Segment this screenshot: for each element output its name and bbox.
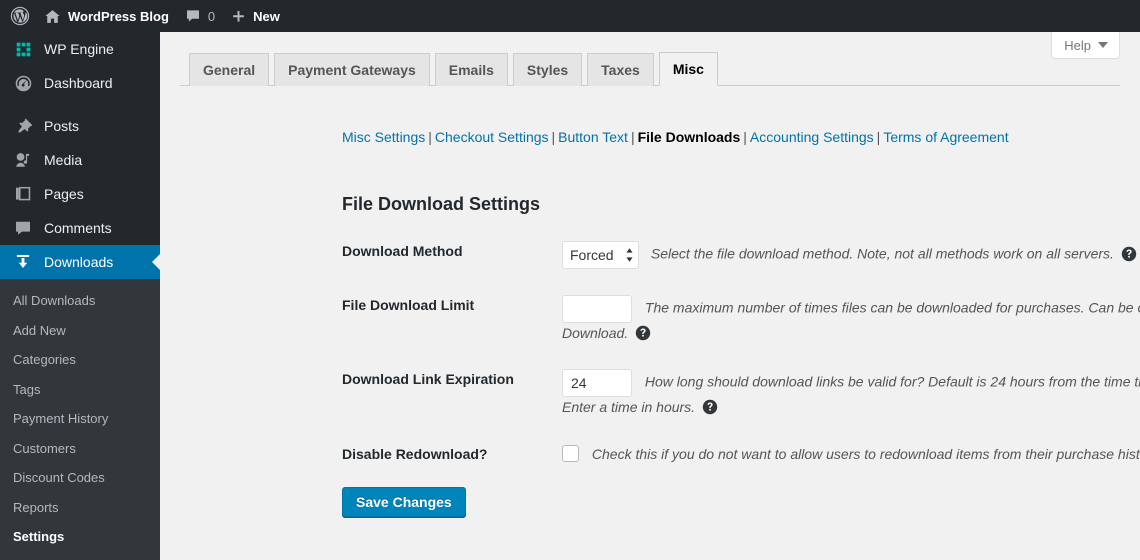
subnav-separator: | <box>876 129 881 145</box>
media-icon <box>13 150 33 170</box>
subnav-separator: | <box>428 129 432 145</box>
sidebar-item-pages[interactable]: Pages <box>0 177 160 211</box>
tab-general[interactable]: General <box>189 53 270 86</box>
comments-count: 0 <box>207 8 216 24</box>
download-method-select[interactable]: Forced <box>562 241 639 269</box>
download-link-expiration-description: How long should download links be valid … <box>562 374 1140 416</box>
field-row-download-method: Download Method Forced Select the file d… <box>342 228 1140 282</box>
sidebar-item-label: Downloads <box>44 254 114 270</box>
main-content: Help General Payment Gateways Emails Sty… <box>160 32 1140 540</box>
wordpress-logo-icon <box>10 6 30 26</box>
new-content-label: New <box>253 8 280 24</box>
help-button-label: Help <box>1064 37 1091 53</box>
settings-subnav: Misc Settings | Checkout Settings | Button T… <box>342 130 1009 144</box>
submenu-item-payment-history[interactable]: Payment History <box>0 404 160 434</box>
sidebar-item-dashboard[interactable]: Dashboard <box>0 66 160 100</box>
submenu-item-customers[interactable]: Customers <box>0 434 160 464</box>
sidebar-item-posts[interactable]: Posts <box>0 109 160 143</box>
submenu-item-all-downloads[interactable]: All Downloads <box>0 286 160 316</box>
help-button[interactable]: Help <box>1051 32 1120 59</box>
subnav-separator: | <box>551 129 556 145</box>
tab-styles[interactable]: Styles <box>512 53 583 86</box>
comment-bubble-icon <box>185 8 201 24</box>
sidebar-separator <box>0 100 160 109</box>
dashboard-gauge-icon <box>13 73 33 93</box>
sidebar-item-label: Media <box>44 152 83 168</box>
sidebar-item-label: WP Engine <box>44 41 114 57</box>
site-name-button[interactable]: WordPress Blog <box>36 0 177 32</box>
submenu-item-discount-codes[interactable]: Discount Codes <box>0 463 160 493</box>
disable-redownload-control: Check this if you do not want to allow u… <box>562 431 1140 477</box>
settings-form-table: Download Method Forced Select the file d… <box>342 228 1140 477</box>
plus-icon <box>231 9 246 24</box>
submenu-item-settings[interactable]: Settings <box>0 522 160 552</box>
admin-bar: WordPress Blog 0 New <box>0 0 1140 32</box>
subnav-separator: | <box>630 129 635 145</box>
field-row-download-link-expiration: Download Link Expiration How long should… <box>342 356 1140 430</box>
field-row-disable-redownload: Disable Redownload? Check this if you do… <box>342 431 1140 477</box>
chevron-down-icon <box>1098 42 1108 48</box>
pin-icon <box>13 116 33 136</box>
file-download-limit-label: File Download Limit <box>342 297 475 313</box>
sidebar-item-comments[interactable]: Comments <box>0 211 160 245</box>
help-circle-icon[interactable] <box>702 399 718 415</box>
tab-taxes[interactable]: Taxes <box>587 53 654 86</box>
help-tab-container: Help <box>1051 32 1120 59</box>
sidebar-item-wp-engine[interactable]: WP Engine <box>0 32 160 66</box>
wordpress-logo-button[interactable] <box>0 0 36 32</box>
sidebar-item-label: Posts <box>44 118 80 134</box>
page-title: File Download Settings <box>342 193 541 214</box>
download-method-select-wrapper: Forced <box>562 241 647 269</box>
download-method-control: Forced Select the file download method. … <box>562 228 1140 282</box>
subnav-item-file-downloads[interactable]: File Downloads <box>638 129 741 145</box>
downloads-submenu: All Downloads Add New Categories Tags Pa… <box>0 279 160 560</box>
sidebar-item-downloads[interactable]: Downloads <box>0 245 160 279</box>
subnav-item-misc-settings[interactable]: Misc Settings <box>342 129 425 145</box>
wp-engine-grid-icon <box>13 39 33 59</box>
pages-icon <box>13 184 33 204</box>
new-content-button[interactable]: New <box>223 0 288 32</box>
subnav-item-accounting-settings[interactable]: Accounting Settings <box>750 129 874 145</box>
settings-tab-bar: General Payment Gateways Emails Styles T… <box>180 50 1120 86</box>
disable-redownload-checkbox[interactable] <box>562 445 579 463</box>
download-link-expiration-label: Download Link Expiration <box>342 371 514 388</box>
file-download-limit-control: The maximum number of times files can be… <box>562 282 1140 356</box>
sidebar-item-label: Dashboard <box>44 75 113 91</box>
file-download-limit-input[interactable] <box>562 295 632 323</box>
field-row-file-download-limit: File Download Limit The maximum number o… <box>342 282 1140 356</box>
help-circle-icon[interactable] <box>635 325 651 341</box>
disable-redownload-description: Check this if you do not want to allow u… <box>591 445 1140 462</box>
submenu-item-tags[interactable]: Tags <box>0 375 160 405</box>
submit-area: Save Changes <box>342 487 466 517</box>
comments-button[interactable]: 0 <box>177 0 223 32</box>
admin-sidebar: WP Engine Dashboard Posts Media Pages Co… <box>0 32 160 560</box>
subnav-separator: | <box>743 129 747 145</box>
download-method-description: Select the file download method. Note, n… <box>650 245 1114 262</box>
save-changes-button[interactable]: Save Changes <box>342 487 466 517</box>
sidebar-item-label: Pages <box>44 186 84 202</box>
tab-emails[interactable]: Emails <box>434 53 508 86</box>
submenu-item-categories[interactable]: Categories <box>0 345 160 375</box>
comment-bubble-icon <box>13 218 33 238</box>
site-name-label: WordPress Blog <box>68 8 169 24</box>
download-link-expiration-input[interactable] <box>562 369 632 398</box>
download-arrow-icon <box>13 252 33 272</box>
submenu-item-add-new[interactable]: Add New <box>0 316 160 346</box>
disable-redownload-label: Disable Redownload? <box>342 445 488 462</box>
subnav-item-checkout-settings[interactable]: Checkout Settings <box>435 129 549 145</box>
sidebar-item-label: Comments <box>44 220 112 236</box>
tab-misc[interactable]: Misc <box>658 52 718 86</box>
download-link-expiration-control: How long should download links be valid … <box>562 356 1140 430</box>
subnav-item-button-text[interactable]: Button Text <box>558 129 628 145</box>
help-circle-icon[interactable] <box>1121 246 1137 262</box>
submenu-item-reports[interactable]: Reports <box>0 493 160 523</box>
sidebar-item-media[interactable]: Media <box>0 143 160 177</box>
tab-payment-gateways[interactable]: Payment Gateways <box>274 53 430 86</box>
download-method-label: Download Method <box>342 243 463 259</box>
subnav-item-terms-of-agreement[interactable]: Terms of Agreement <box>883 129 1008 145</box>
home-icon <box>44 8 61 25</box>
